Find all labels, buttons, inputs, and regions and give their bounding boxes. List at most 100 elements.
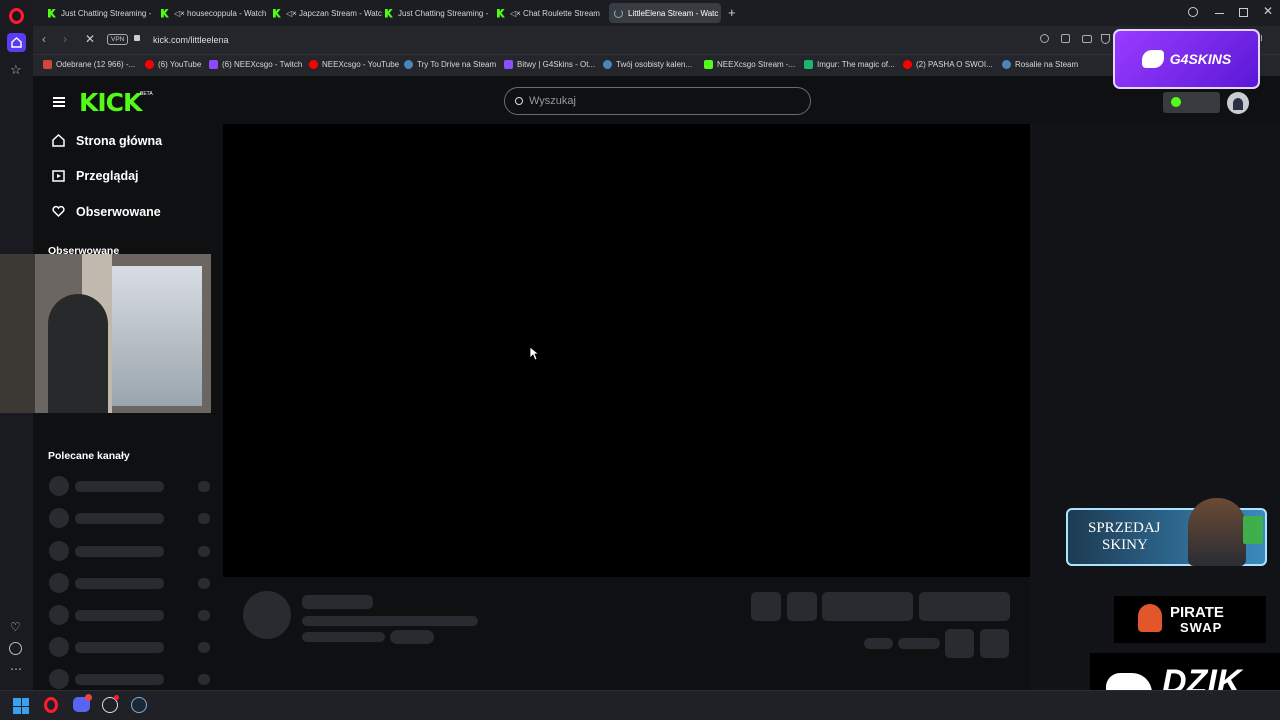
nav-home[interactable]: Strona główna (51, 133, 162, 148)
bookmarks-bar: Odebrane (12 966) -... (6) YouTube (6) N… (33, 54, 1280, 76)
nav-following[interactable]: Obserwowane (51, 204, 161, 219)
kick-icon (273, 8, 281, 18)
opera-taskbar-icon[interactable] (44, 697, 58, 713)
history-icon[interactable] (9, 642, 22, 655)
more-icon[interactable]: ⋯ (10, 662, 22, 676)
webcam-overlay (0, 254, 211, 413)
sell-skins-banner: SPRZEDAJ SKINY (1066, 498, 1267, 566)
tab[interactable]: Just Chatting Streaming - (380, 3, 500, 23)
tab-bar: Just Chatting Streaming - ◁× housecoppul… (33, 0, 1280, 26)
shield-icon[interactable] (1101, 34, 1110, 44)
skeleton-button (751, 592, 781, 621)
bookmark[interactable]: (6) NEEXcsgo - Twitch (209, 60, 302, 69)
close-button[interactable]: ✕ (1263, 4, 1273, 18)
camera-icon[interactable] (1082, 35, 1092, 43)
home-icon[interactable] (7, 33, 26, 52)
login-button[interactable] (1163, 92, 1220, 113)
tab-active[interactable]: LittleElena Stream - Watc (609, 3, 721, 23)
kick-page: KICK BETA Wyszukaj Strona główna Przeglą… (0, 76, 1280, 690)
mouse-cursor-icon (529, 346, 539, 361)
g4skins-text: G4SKINS (1169, 51, 1232, 67)
reload-stop-icon[interactable]: ✕ (85, 32, 95, 46)
skeleton-line (898, 638, 940, 649)
notification-badge (85, 694, 92, 701)
g4skins-logo-icon (1141, 50, 1164, 68)
skeleton-line (198, 642, 210, 653)
browse-icon (52, 170, 65, 182)
g4skins-icon (504, 60, 513, 69)
loading-icon (614, 8, 623, 18)
skeleton-line (198, 481, 210, 492)
kick-icon (385, 8, 393, 18)
notification-badge (114, 695, 119, 700)
heart-icon (52, 205, 65, 218)
gmail-icon (43, 60, 52, 69)
bookmark[interactable]: Rosalie na Steam (1002, 60, 1078, 69)
g4skins-overlay: G4SKINS (1113, 29, 1260, 89)
bookmark[interactable]: NEEXcsgo Stream -... (704, 60, 795, 69)
bookmark[interactable]: Try To Drive na Steam (404, 60, 496, 69)
skeleton-line (75, 546, 164, 557)
man-with-money-image (1188, 498, 1246, 566)
minimize-button[interactable] (1215, 13, 1224, 14)
new-tab-button[interactable]: + (728, 5, 736, 20)
back-icon[interactable]: ‹ (42, 32, 46, 46)
taskbar (0, 690, 1280, 720)
opera-logo[interactable] (9, 8, 24, 24)
kick-icon (48, 8, 56, 18)
skeleton-line (302, 616, 478, 626)
pirate-text: PIRATE (1170, 604, 1224, 621)
money-icon (1243, 516, 1263, 544)
search-tabs-icon[interactable] (1188, 7, 1198, 17)
skeleton-line (75, 578, 164, 589)
home-icon (52, 133, 65, 147)
nav-browse[interactable]: Przeglądaj (51, 168, 139, 183)
bookmark[interactable]: Bitwy | G4Skins - Ot... (504, 60, 595, 69)
forward-icon[interactable]: › (63, 32, 67, 46)
search-icon[interactable] (1040, 34, 1049, 43)
skeleton-line (198, 578, 210, 589)
skeleton-button (945, 629, 974, 658)
video-player[interactable] (223, 124, 1030, 577)
skeleton-line (75, 674, 164, 685)
bookmark[interactable]: Imgur: The magic of... (804, 60, 895, 69)
edit-icon[interactable] (1061, 34, 1070, 43)
skeleton-line (302, 595, 373, 609)
tab[interactable]: ◁× Chat Roulette Stream (492, 3, 612, 23)
bookmark[interactable]: (6) YouTube (145, 60, 201, 69)
avatar[interactable] (1227, 92, 1249, 114)
heart-icon[interactable]: ♡ (10, 620, 21, 634)
beta-badge: BETA (140, 91, 153, 97)
kick-logo[interactable]: KICK (79, 88, 142, 117)
url-field[interactable]: kick.com/littleelena (153, 35, 229, 45)
skeleton-line (302, 632, 385, 642)
menu-icon[interactable] (53, 97, 65, 107)
skeleton-button (822, 592, 913, 621)
steam-icon[interactable] (131, 697, 147, 713)
skeleton-line (198, 610, 210, 621)
windows-icon[interactable] (13, 698, 29, 714)
lock-icon (134, 35, 140, 41)
swap-text: SWAP (1180, 620, 1223, 635)
kick-icon (497, 8, 505, 18)
bookmark[interactable]: (2) PASHA O SWOI... (903, 60, 993, 69)
vpn-badge[interactable]: VPN (107, 34, 129, 45)
tab[interactable]: ◁× Japczan Stream - Watc (268, 3, 388, 23)
bookmark[interactable]: NEEXcsgo - YouTube (309, 60, 399, 69)
tab[interactable]: Just Chatting Streaming - (43, 3, 163, 23)
sell-skins-text: SPRZEDAJ (1088, 520, 1161, 536)
youtube-icon (145, 60, 154, 69)
kick-icon (161, 8, 169, 18)
search-placeholder: Wyszukaj (529, 95, 576, 107)
tab[interactable]: ◁× housecoppula - Watch (156, 3, 276, 23)
bookmark[interactable]: Twój osobisty kalen... (603, 60, 692, 69)
skeleton-line (75, 610, 164, 621)
maximize-button[interactable] (1239, 8, 1248, 17)
skeleton-avatar (49, 669, 69, 689)
star-icon[interactable]: ☆ (10, 62, 22, 78)
twitch-icon (209, 60, 218, 69)
search-input[interactable]: Wyszukaj (504, 87, 811, 115)
bookmark[interactable]: Odebrane (12 966) -... (43, 60, 135, 69)
pirate-swap-logo: PIRATE SWAP (1114, 596, 1266, 643)
steam-icon (404, 60, 413, 69)
